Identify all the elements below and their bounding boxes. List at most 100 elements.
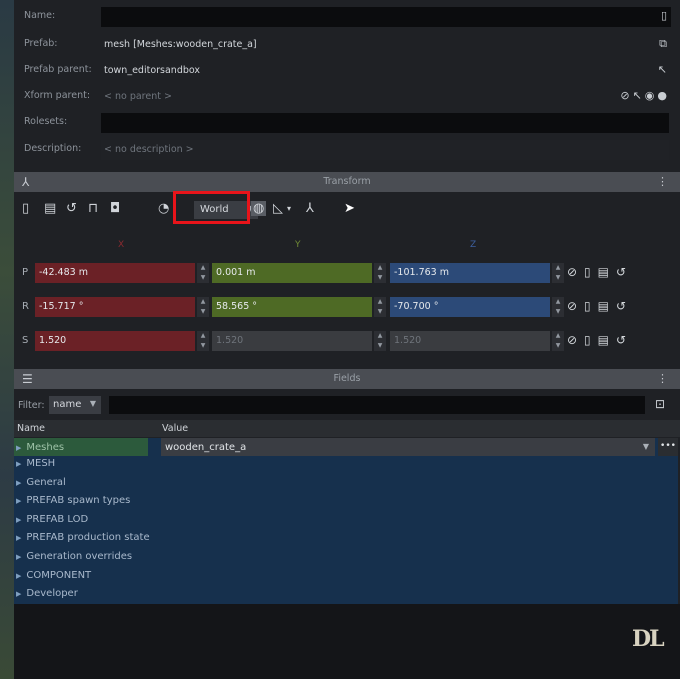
filter-mode-value: name bbox=[53, 399, 82, 410]
prefab-label: Prefab: bbox=[24, 38, 58, 49]
meshes-more-button[interactable]: ••• bbox=[658, 438, 678, 456]
field-group-row[interactable]: ▶ COMPONENT bbox=[16, 570, 91, 588]
meshes-chevron-down-icon: ▼ bbox=[642, 442, 649, 451]
position-row: P -42.483 m ▲ ▼ 0.001 m ▲ ▼ -101.763 m ▲ ▼ … bbox=[14, 263, 680, 285]
viewport-edge bbox=[0, 0, 14, 679]
fields-header[interactable]: ☰ Fields ⋮ bbox=[14, 369, 680, 389]
position-y-field[interactable]: 0.001 m bbox=[212, 263, 372, 283]
panel-empty-area bbox=[14, 604, 680, 679]
prefab-field[interactable]: mesh [Meshes:wooden_crate_a] bbox=[101, 35, 641, 55]
expand-arrow-icon[interactable]: ▶ bbox=[16, 479, 21, 487]
transform-header[interactable]: ⅄ Transform ⋮ bbox=[14, 172, 680, 192]
position-y-spinner[interactable]: ▲ ▼ bbox=[374, 263, 386, 283]
name-row: Name: ▯ bbox=[14, 4, 680, 30]
rotation-x-field[interactable]: -15.717 ° bbox=[35, 297, 195, 317]
rotation-z-field[interactable]: -70.700 ° bbox=[390, 297, 550, 317]
rotation-y-spinner[interactable]: ▲ ▼ bbox=[374, 297, 386, 317]
paste-icon[interactable]: ▤ bbox=[44, 201, 56, 216]
description-label: Description: bbox=[24, 143, 82, 154]
field-group-row[interactable]: ▶ PREFAB spawn types bbox=[16, 495, 130, 513]
red-highlight-box bbox=[173, 191, 250, 224]
name-label: Name: bbox=[24, 10, 56, 21]
more-vertical-icon[interactable]: ⋮ bbox=[657, 175, 668, 188]
fields-list bbox=[14, 438, 678, 604]
angle-snap-icon[interactable]: ◺ bbox=[273, 201, 283, 216]
xform-parent-field[interactable]: < no parent > bbox=[101, 87, 581, 107]
meshes-row[interactable]: ▶ Meshes wooden_crate_a ▼ ••• bbox=[14, 438, 678, 456]
filter-row: Filter: name ▼ ⊡ bbox=[14, 393, 680, 417]
expand-arrow-icon[interactable]: ▶ bbox=[16, 444, 21, 452]
position-x-field[interactable]: -42.483 m bbox=[35, 263, 195, 283]
expand-arrow-icon[interactable]: ▶ bbox=[16, 460, 21, 468]
expand-arrow-icon[interactable]: ▶ bbox=[16, 553, 21, 561]
field-group-row[interactable]: ▶ PREFAB production state bbox=[16, 532, 150, 550]
prefab-parent-row: Prefab parent: town_editorsandbox ↖ bbox=[14, 58, 680, 84]
expand-arrow-icon[interactable]: ▶ bbox=[16, 497, 21, 505]
field-group-label: Generation overrides bbox=[26, 551, 133, 562]
field-group-label: General bbox=[26, 476, 66, 488]
scale-row: S 1.520 ▲ ▼ 1.520 ▲ ▼ 1.520 ▲ ▼ ⊘▯▤↺ bbox=[14, 331, 680, 353]
field-group-row[interactable]: ▶ MESH bbox=[16, 458, 55, 476]
scale-y-field[interactable]: 1.520 bbox=[212, 331, 372, 351]
meshes-value: wooden_crate_a bbox=[165, 442, 247, 453]
meshes-name-cell: ▶ Meshes bbox=[14, 438, 148, 456]
expand-arrow-icon[interactable]: ▶ bbox=[16, 534, 21, 542]
fields-more-vertical-icon[interactable]: ⋮ bbox=[657, 372, 668, 385]
position-z-field[interactable]: -101.763 m bbox=[390, 263, 550, 283]
mouse-cursor-icon: ➤ bbox=[344, 201, 355, 216]
fields-title: Fields bbox=[333, 373, 361, 384]
reset-icon[interactable]: ↺ bbox=[66, 201, 77, 216]
position-actions-icon[interactable]: ⊘▯▤↺ bbox=[567, 265, 633, 279]
angle-dropdown-icon[interactable]: ▾ bbox=[287, 204, 291, 213]
meshes-value-dropdown[interactable]: wooden_crate_a ▼ bbox=[161, 438, 655, 456]
scale-x-spinner[interactable]: ▲ ▼ bbox=[197, 331, 209, 351]
scale-x-field[interactable]: 1.520 bbox=[35, 331, 195, 351]
x-axis-label: X bbox=[118, 240, 125, 250]
field-group-row[interactable]: ▶ General bbox=[16, 477, 66, 495]
rolesets-field[interactable] bbox=[101, 113, 669, 133]
position-x-spinner[interactable]: ▲ ▼ bbox=[197, 263, 209, 283]
y-axis-label: Y bbox=[295, 240, 301, 250]
rolesets-label: Rolesets: bbox=[24, 116, 68, 127]
filter-options-icon[interactable]: ⊡ bbox=[655, 397, 665, 411]
local-mode-icon[interactable]: ◍ bbox=[251, 201, 267, 216]
snap-icon[interactable]: ◔ bbox=[158, 201, 169, 216]
column-value[interactable]: Value bbox=[162, 423, 188, 434]
camera-icon[interactable]: ◘ bbox=[110, 201, 120, 216]
rotation-x-spinner[interactable]: ▲ ▼ bbox=[197, 297, 209, 317]
copy-icon[interactable]: ▯ bbox=[22, 201, 29, 216]
browse-icon[interactable]: ⧉ bbox=[659, 37, 670, 51]
rotation-y-field[interactable]: 58.565 ° bbox=[212, 297, 372, 317]
pivot-gizmo-icon[interactable]: ⅄ bbox=[306, 201, 314, 216]
field-group-row[interactable]: ▶ PREFAB LOD bbox=[16, 514, 88, 532]
field-group-label: COMPONENT bbox=[26, 569, 92, 581]
prefab-parent-field[interactable]: town_editorsandbox bbox=[101, 61, 641, 81]
column-name[interactable]: Name bbox=[17, 423, 45, 434]
description-field[interactable]: < no description > bbox=[101, 140, 669, 160]
scale-actions-icon[interactable]: ⊘▯▤↺ bbox=[567, 333, 633, 347]
expand-arrow-icon[interactable]: ▶ bbox=[16, 572, 21, 580]
field-group-row[interactable]: ▶ Generation overrides bbox=[16, 551, 132, 569]
name-field[interactable] bbox=[101, 7, 671, 27]
scale-z-field[interactable]: 1.520 bbox=[390, 331, 550, 351]
xform-parent-tools-icon[interactable]: ⊘↖◉● bbox=[620, 89, 670, 102]
xform-parent-label: Xform parent: bbox=[24, 90, 91, 101]
filter-input[interactable] bbox=[109, 396, 645, 414]
pick-icon[interactable]: ↖ bbox=[658, 63, 670, 76]
field-group-label: Developer bbox=[26, 588, 78, 600]
scale-y-spinner[interactable]: ▲ ▼ bbox=[374, 331, 386, 351]
position-z-spinner[interactable]: ▲ ▼ bbox=[552, 263, 564, 283]
scale-z-spinner[interactable]: ▲ ▼ bbox=[552, 331, 564, 351]
rolesets-row: Rolesets: bbox=[14, 110, 680, 136]
lock-icon[interactable]: ⊓ bbox=[88, 201, 98, 216]
position-label: P bbox=[22, 267, 29, 278]
rotation-actions-icon[interactable]: ⊘▯▤↺ bbox=[567, 299, 633, 313]
document-icon[interactable]: ▯ bbox=[661, 9, 670, 22]
expand-arrow-icon[interactable]: ▶ bbox=[16, 590, 21, 598]
rotation-label: R bbox=[22, 301, 29, 312]
expand-arrow-icon[interactable]: ▶ bbox=[16, 516, 21, 524]
filter-mode-dropdown[interactable]: name ▼ bbox=[49, 396, 101, 414]
description-row: Description: < no description > bbox=[14, 137, 680, 163]
rotation-z-spinner[interactable]: ▲ ▼ bbox=[552, 297, 564, 317]
transform-title: Transform bbox=[323, 176, 371, 187]
